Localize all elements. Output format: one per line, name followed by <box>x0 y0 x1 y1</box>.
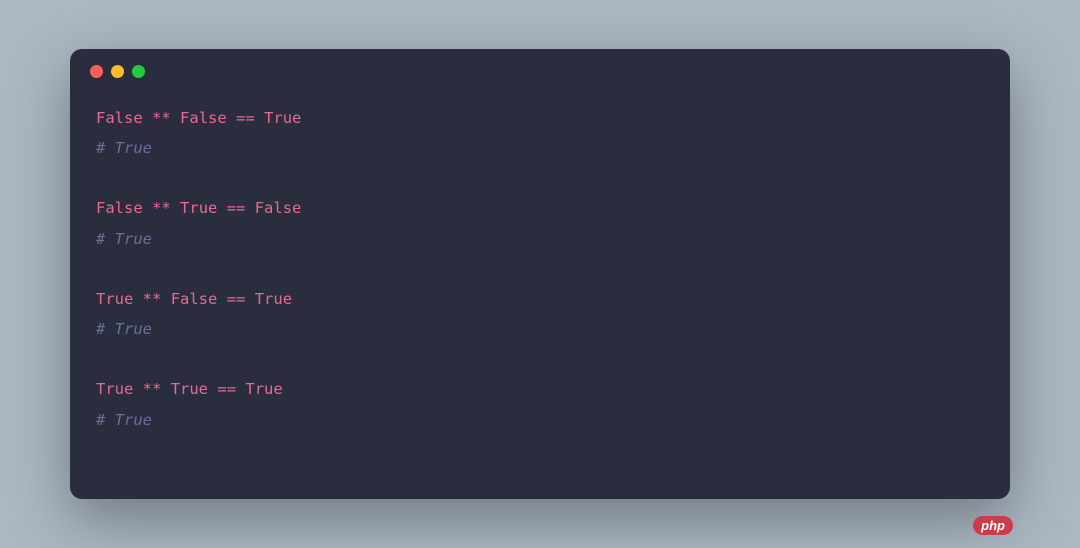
blank-line <box>96 163 984 193</box>
comment: # True <box>96 139 152 157</box>
keyword-true: True <box>96 290 133 308</box>
code-line-4: True ** True == True <box>96 374 984 404</box>
comment-line-4: # True <box>96 405 984 435</box>
code-line-1: False ** False == True <box>96 103 984 133</box>
operator-eq: == <box>227 199 246 217</box>
blank-line <box>96 344 984 374</box>
operator-eq: == <box>217 380 236 398</box>
comment-line-3: # True <box>96 314 984 344</box>
keyword-false: False <box>171 290 218 308</box>
code-line-3: True ** False == True <box>96 284 984 314</box>
keyword-true: True <box>96 380 133 398</box>
comment-line-1: # True <box>96 133 984 163</box>
watermark-text: 中文网 <box>1019 515 1064 536</box>
operator-pow: ** <box>152 199 171 217</box>
maximize-icon[interactable] <box>132 65 145 78</box>
code-window: False ** False == True # True False ** T… <box>70 49 1010 499</box>
operator-pow: ** <box>143 290 162 308</box>
code-line-2: False ** True == False <box>96 193 984 223</box>
keyword-false: False <box>96 199 143 217</box>
keyword-true: True <box>264 109 301 127</box>
keyword-true: True <box>171 380 208 398</box>
keyword-true: True <box>255 290 292 308</box>
comment: # True <box>96 230 152 248</box>
keyword-false: False <box>96 109 143 127</box>
blank-line <box>96 254 984 284</box>
keyword-true: True <box>245 380 282 398</box>
comment-line-2: # True <box>96 224 984 254</box>
comment: # True <box>96 411 152 429</box>
code-area: False ** False == True # True False ** T… <box>70 93 1010 455</box>
operator-pow: ** <box>143 380 162 398</box>
window-titlebar <box>70 49 1010 93</box>
keyword-true: True <box>180 199 217 217</box>
operator-eq: == <box>227 290 246 308</box>
close-icon[interactable] <box>90 65 103 78</box>
minimize-icon[interactable] <box>111 65 124 78</box>
operator-pow: ** <box>152 109 171 127</box>
comment: # True <box>96 320 152 338</box>
keyword-false: False <box>180 109 227 127</box>
watermark: php 中文网 <box>973 515 1064 536</box>
operator-eq: == <box>236 109 255 127</box>
keyword-false: False <box>255 199 302 217</box>
php-badge: php <box>973 516 1013 535</box>
